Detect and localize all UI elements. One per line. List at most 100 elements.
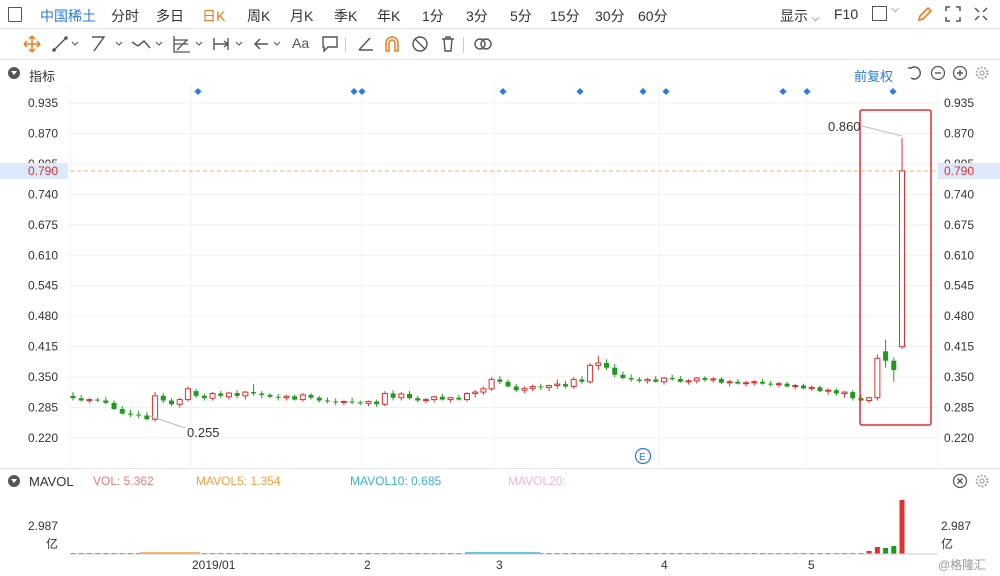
current-price-right: 0.790	[944, 164, 974, 178]
price-tick-right: 0.610	[944, 248, 974, 262]
candle-body-up	[808, 386, 815, 389]
tab-period-9[interactable]: 5分	[510, 6, 532, 26]
zoom-in-icon[interactable]	[952, 65, 968, 81]
candle-body-up	[431, 396, 438, 401]
price-tick-left: 0.350	[28, 370, 58, 384]
collapse-triangle	[11, 71, 17, 75]
candle-body-down	[620, 374, 626, 379]
trash-icon[interactable]	[438, 34, 458, 54]
event-diamond-icon	[639, 87, 647, 96]
volume-label[interactable]: MAVOL	[29, 474, 74, 489]
candle-body-down	[193, 391, 199, 396]
event-diamond-icon	[779, 87, 787, 96]
candle-body-down	[604, 363, 610, 368]
vol-axis-left-value: 2.987	[28, 519, 58, 533]
event-diamond-icon	[350, 87, 358, 96]
square-icon[interactable]	[872, 6, 887, 21]
angle-tool-icon[interactable]	[356, 34, 376, 54]
candle-body-down	[160, 395, 166, 401]
candle-body-up	[685, 380, 692, 383]
price-axis-right: 0.9350.8700.8050.7400.6750.6100.5450.480…	[944, 96, 974, 445]
vol-axis-left-unit: 亿	[46, 536, 58, 551]
candle-body-down	[456, 397, 462, 400]
candle-body-up	[521, 387, 528, 391]
f10-button[interactable]: F10	[834, 6, 858, 22]
sidebar-toggle-icon[interactable]	[8, 7, 22, 22]
link-icon[interactable]	[472, 34, 494, 54]
volume-bar	[899, 500, 905, 554]
tab-period-6[interactable]: 年K	[377, 6, 400, 26]
candle-body-down	[251, 392, 257, 394]
candle-body-up	[381, 392, 388, 405]
price-tick-right: 0.675	[944, 218, 974, 232]
hide-drawings-icon[interactable]	[410, 34, 430, 54]
tab-period-7[interactable]: 1分	[422, 6, 444, 26]
adjust-mode-button[interactable]: 前复权	[854, 66, 893, 85]
mavol10-value: MAVOL10: 0.685	[350, 474, 442, 488]
candle-body-down	[497, 379, 503, 382]
close-icon[interactable]	[952, 473, 968, 489]
comment-tool-icon[interactable]	[320, 34, 340, 54]
candle-body-up	[825, 389, 832, 392]
undo-icon[interactable]	[906, 65, 922, 81]
tab-period-5[interactable]: 季K	[334, 6, 357, 26]
drawing-toolbar: Aa	[0, 29, 1000, 60]
tab-period-0[interactable]: 分时	[111, 6, 139, 26]
candle-body-down	[817, 387, 823, 392]
stock-name[interactable]: 中国稀土	[40, 6, 96, 26]
line-tool-icon[interactable]	[52, 34, 80, 54]
candle-body-up	[422, 399, 429, 402]
candle-body-down	[858, 398, 864, 401]
x-label-0: 2019/01	[192, 558, 236, 572]
volume-bars	[70, 500, 905, 554]
toolbar-divider	[463, 37, 464, 53]
arrow-tool-icon[interactable]	[252, 34, 286, 54]
pencil-icon[interactable]	[916, 5, 934, 23]
range-tool-icon[interactable]	[212, 34, 248, 54]
chevron-down-icon: ⌵	[811, 13, 820, 24]
wave-tool-icon[interactable]	[130, 34, 166, 54]
price-tick-left: 0.935	[28, 96, 58, 110]
event-diamond-icon	[194, 87, 202, 96]
settings-gear-icon[interactable]	[974, 473, 990, 489]
candle-body-up	[488, 378, 495, 390]
current-price-left: 0.790	[28, 164, 58, 178]
candle-body-down	[292, 396, 298, 400]
volume-header: MAVOL VOL: 5.362 MAVOL5: 1.354 MAVOL10: …	[0, 468, 1000, 493]
polyline-tool-icon[interactable]	[90, 34, 124, 54]
tab-period-10[interactable]: 15分	[550, 6, 580, 26]
volume-bar	[874, 547, 880, 554]
candle-body-down	[718, 378, 724, 383]
tab-period-3[interactable]: 周K	[247, 6, 270, 26]
settings-gear-icon[interactable]	[974, 65, 990, 81]
tab-period-1[interactable]: 多日	[156, 6, 184, 26]
text-tool-button[interactable]: Aa	[292, 35, 309, 51]
candle-body-up	[660, 377, 667, 383]
zoom-out-icon[interactable]	[930, 65, 946, 81]
fibonacci-tool-icon[interactable]	[172, 34, 206, 54]
expand-icon[interactable]	[972, 5, 990, 23]
candle-body-down	[505, 381, 511, 387]
candle-body-down	[653, 379, 659, 382]
tab-period-12[interactable]: 60分	[638, 6, 668, 26]
tab-period-11[interactable]: 30分	[595, 6, 625, 26]
high-price-label: 0.860	[828, 119, 861, 134]
display-dropdown[interactable]: 显示 ⌵	[780, 6, 819, 26]
volume-chart[interactable]: 2.987 亿 2.987 亿 2019/01 2 3 4 5	[0, 492, 1000, 576]
magnet-icon[interactable]	[382, 34, 402, 54]
price-tick-left: 0.675	[28, 218, 58, 232]
price-tick-right: 0.350	[944, 370, 974, 384]
move-icon[interactable]	[22, 34, 42, 54]
indicator-label[interactable]: 指标	[29, 66, 55, 85]
event-diamond-icon	[358, 87, 366, 96]
candle-body-up	[743, 382, 750, 385]
tab-period-2[interactable]: 日K	[202, 6, 225, 26]
event-diamond-icon	[499, 87, 507, 96]
tab-period-8[interactable]: 3分	[466, 6, 488, 26]
tab-period-4[interactable]: 月K	[290, 6, 313, 26]
candle-body-down	[850, 392, 856, 399]
candlestick-chart[interactable]: 0.9350.8700.8050.7400.6750.6100.5450.480…	[0, 86, 1000, 466]
candle-body-down	[579, 379, 585, 382]
fullscreen-icon[interactable]	[944, 5, 962, 23]
chevron-down-icon[interactable]: ⌵	[891, 3, 899, 16]
